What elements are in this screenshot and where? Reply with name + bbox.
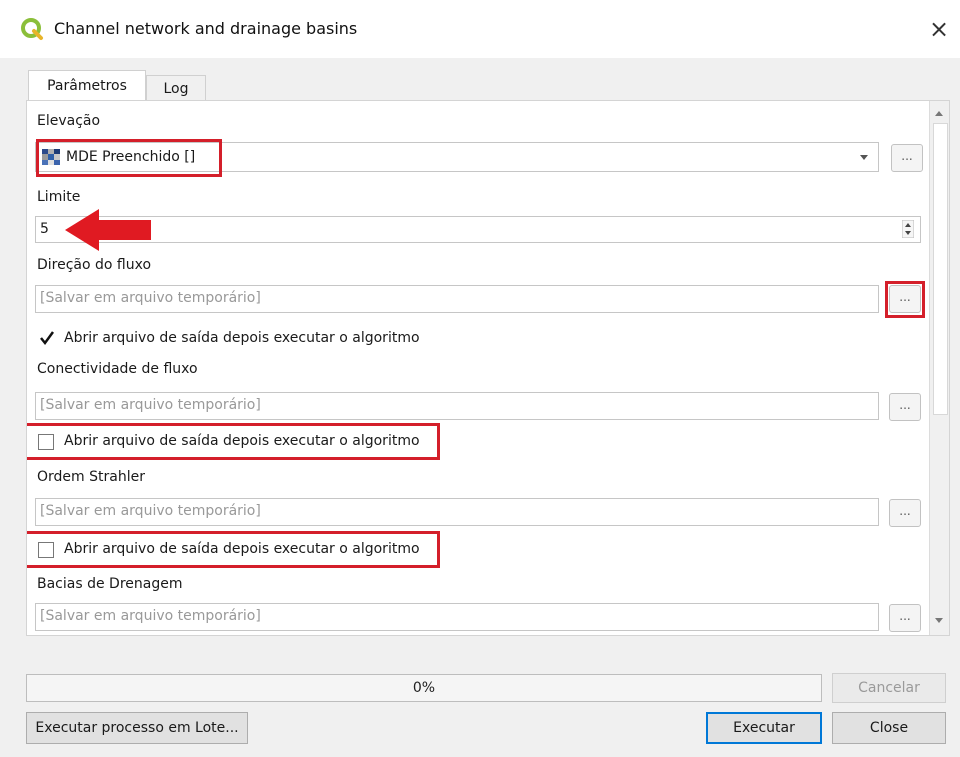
direcao-output-field[interactable]: [Salvar em arquivo temporário]: [35, 285, 879, 313]
window-title: Channel network and drainage basins: [54, 19, 358, 38]
parameters-panel: Elevação MDE Preenchido [] ... Limite 5: [26, 100, 950, 636]
limite-value: 5: [40, 221, 49, 237]
conectividade-open-label: Abrir arquivo de saída depois executar o…: [64, 433, 420, 449]
bacias-output-field[interactable]: [Salvar em arquivo temporário]: [35, 603, 879, 631]
direcao-open-label: Abrir arquivo de saída depois executar o…: [64, 330, 420, 346]
tab-parametros[interactable]: Parâmetros: [28, 70, 146, 102]
checkmark-icon: [40, 331, 55, 346]
limite-label: Limite: [37, 189, 81, 205]
strahler-browse-button[interactable]: ...: [889, 499, 921, 527]
elevacao-value: MDE Preenchido []: [66, 149, 196, 165]
scrollbar-thumb[interactable]: [933, 123, 948, 415]
spin-arrows-icon[interactable]: [902, 220, 914, 238]
raster-layer-icon: [42, 149, 60, 165]
qgis-logo-icon: [21, 18, 43, 40]
close-button[interactable]: Close: [832, 712, 946, 744]
bacias-placeholder: [Salvar em arquivo temporário]: [40, 608, 261, 624]
conectividade-label: Conectividade de fluxo: [37, 361, 198, 377]
batch-process-button[interactable]: Executar processo em Lote...: [26, 712, 248, 744]
direcao-label: Direção do fluxo: [37, 257, 152, 273]
direcao-placeholder: [Salvar em arquivo temporário]: [40, 290, 261, 306]
direcao-open-checkbox[interactable]: [39, 330, 55, 346]
elevacao-browse-button[interactable]: ...: [891, 144, 923, 172]
tab-label: Parâmetros: [47, 78, 127, 94]
tab-label: Log: [163, 81, 189, 97]
conectividade-open-checkbox[interactable]: [38, 434, 54, 450]
limite-spinbox[interactable]: 5: [35, 216, 921, 243]
elevacao-label: Elevação: [37, 113, 101, 129]
direcao-browse-button[interactable]: ...: [889, 285, 921, 313]
title-bar: Channel network and drainage basins ×: [0, 0, 960, 58]
strahler-output-field[interactable]: [Salvar em arquivo temporário]: [35, 498, 879, 526]
conectividade-output-field[interactable]: [Salvar em arquivo temporário]: [35, 392, 879, 420]
bacias-browse-button[interactable]: ...: [889, 604, 921, 632]
strahler-open-label: Abrir arquivo de saída depois executar o…: [64, 541, 420, 557]
vertical-scrollbar[interactable]: [929, 101, 949, 635]
progress-bar: 0%: [26, 674, 822, 702]
dialog-window: Channel network and drainage basins × Pa…: [0, 0, 960, 757]
scroll-up-icon[interactable]: [934, 109, 944, 117]
strahler-label: Ordem Strahler: [37, 469, 145, 485]
scroll-down-icon[interactable]: [934, 617, 944, 625]
bacias-label: Bacias de Drenagem: [37, 576, 183, 592]
elevacao-select[interactable]: MDE Preenchido []: [35, 142, 879, 172]
strahler-open-checkbox[interactable]: [38, 542, 54, 558]
chevron-down-icon[interactable]: [859, 154, 869, 162]
red-arrow-icon: [65, 209, 151, 251]
tab-log[interactable]: Log: [146, 75, 206, 102]
run-button[interactable]: Executar: [706, 712, 822, 744]
conectividade-placeholder: [Salvar em arquivo temporário]: [40, 397, 261, 413]
progress-text: 0%: [412, 680, 436, 696]
conectividade-browse-button[interactable]: ...: [889, 393, 921, 421]
strahler-placeholder: [Salvar em arquivo temporário]: [40, 503, 261, 519]
close-icon[interactable]: ×: [924, 12, 954, 46]
cancel-button[interactable]: Cancelar: [832, 673, 946, 703]
